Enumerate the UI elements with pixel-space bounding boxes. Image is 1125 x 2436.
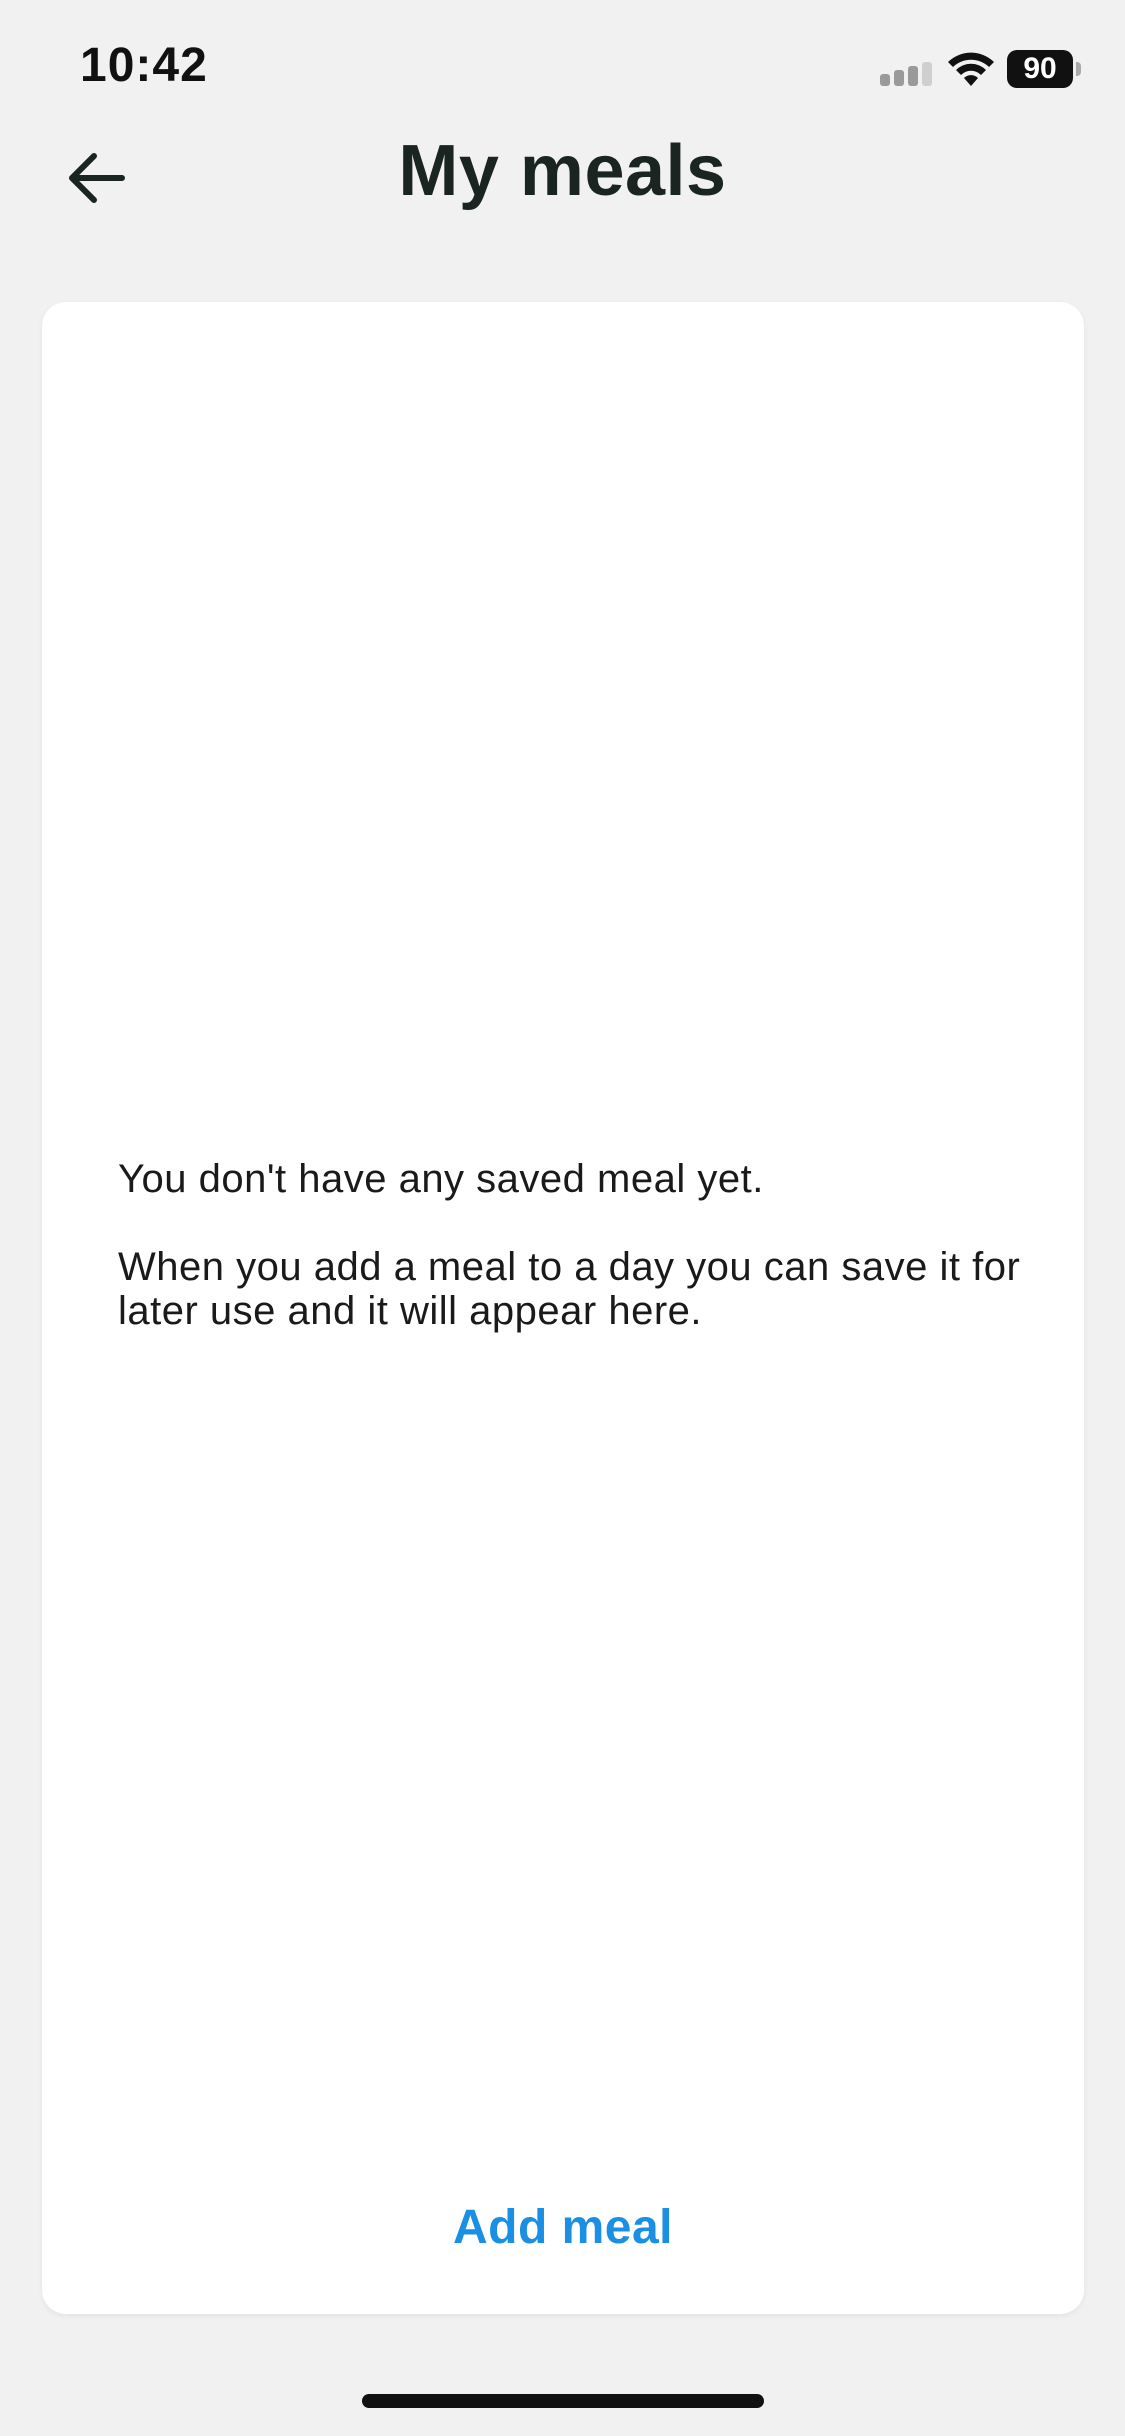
page-title: My meals <box>398 131 727 211</box>
cellular-signal-icon <box>880 62 936 86</box>
empty-state-title: You don't have any saved meal yet. <box>118 1157 764 1201</box>
meals-card: You don't have any saved meal yet. When … <box>42 302 1084 2314</box>
home-indicator[interactable] <box>362 2394 764 2408</box>
battery-level: 90 <box>1007 50 1073 88</box>
empty-state-description: When you add a meal to a day you can sav… <box>118 1245 1021 1333</box>
battery-icon: 90 <box>1007 50 1081 88</box>
status-bar: 10:42 90 <box>0 0 1125 130</box>
status-time: 10:42 <box>80 39 208 92</box>
empty-state-message: You don't have any saved meal yet. When … <box>118 1157 1038 1333</box>
add-meal-button[interactable]: Add meal <box>42 2200 1084 2255</box>
navigation-header: My meals <box>0 120 1125 230</box>
wifi-icon <box>945 48 997 88</box>
